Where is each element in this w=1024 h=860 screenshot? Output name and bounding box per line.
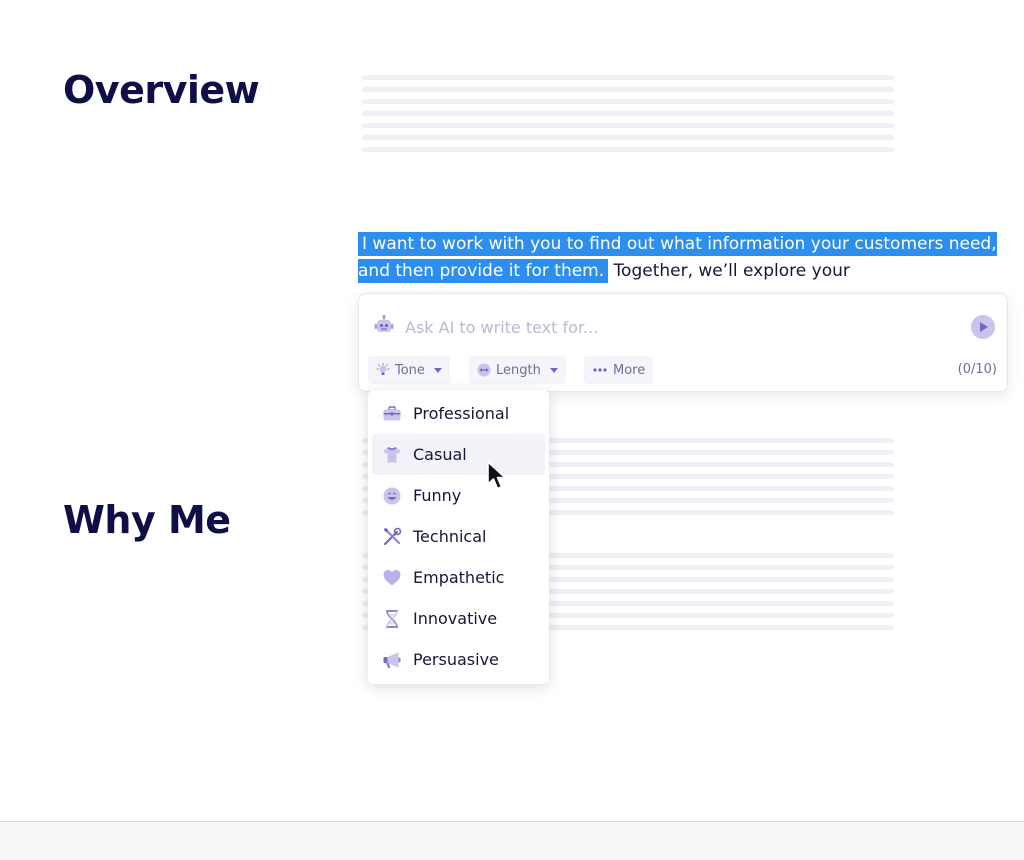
tone-option-label: Professional xyxy=(413,404,510,423)
more-label: More xyxy=(613,362,646,378)
robot-icon xyxy=(374,314,394,332)
tone-option-technical[interactable]: Technical xyxy=(372,516,545,557)
prompt-counter: (0/10) xyxy=(957,362,997,377)
ellipsis-icon xyxy=(593,368,607,372)
lightbulb-icon xyxy=(377,363,389,375)
briefcase-icon xyxy=(383,405,401,420)
tone-dropdown[interactable]: Tone xyxy=(368,356,450,384)
tone-option-empathetic[interactable]: Empathetic xyxy=(372,557,545,598)
tone-option-label: Persuasive xyxy=(413,650,499,669)
length-dropdown[interactable]: Length xyxy=(469,356,566,384)
send-button[interactable] xyxy=(971,315,995,339)
selected-paragraph[interactable]: I want to work with you to find out what… xyxy=(358,231,998,285)
heart-icon xyxy=(383,569,401,585)
tone-option-label: Casual xyxy=(413,445,467,464)
tone-option-innovative[interactable]: Innovative xyxy=(372,598,545,639)
bottom-bar xyxy=(0,821,1024,860)
ai-assistant-panel: Tone Length More (0/10) xyxy=(358,293,1008,392)
ai-prompt-input[interactable] xyxy=(403,312,967,342)
tone-option-label: Funny xyxy=(413,486,462,505)
tone-option-label: Technical xyxy=(413,527,487,546)
length-icon xyxy=(477,363,491,377)
smiley-icon xyxy=(383,487,401,504)
dna-icon xyxy=(386,609,398,628)
overview-text-placeholder xyxy=(362,75,894,159)
more-button[interactable]: More xyxy=(584,356,654,384)
chevron-down-icon xyxy=(433,367,442,373)
tone-option-label: Empathetic xyxy=(413,568,505,587)
mouse-pointer-icon xyxy=(487,461,506,490)
tone-option-funny[interactable]: Funny xyxy=(372,475,545,516)
tone-option-professional[interactable]: Professional xyxy=(372,393,545,434)
tone-option-persuasive[interactable]: Persuasive xyxy=(372,639,545,680)
why-me-heading: Why Me xyxy=(63,498,231,542)
tone-option-label: Innovative xyxy=(413,609,498,628)
chevron-down-icon xyxy=(549,367,558,373)
tshirt-icon xyxy=(383,446,401,462)
overview-heading: Overview xyxy=(63,68,260,112)
megaphone-icon xyxy=(383,652,401,668)
length-label: Length xyxy=(496,362,541,378)
tone-option-casual[interactable]: Casual xyxy=(372,434,545,475)
tools-icon xyxy=(383,527,402,545)
tone-label: Tone xyxy=(395,362,425,378)
tone-menu: Professional Casual Funny Technical Empa… xyxy=(368,390,549,684)
paragraph-rest-text: Together, we’ll explore your xyxy=(608,261,850,281)
